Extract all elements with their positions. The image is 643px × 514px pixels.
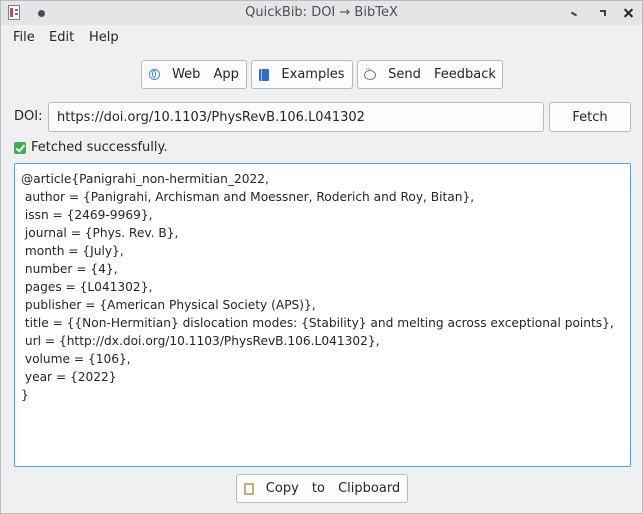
- close-button[interactable]: [620, 4, 638, 22]
- copy-label: Copy to Clipboard: [265, 481, 401, 496]
- examples-button[interactable]: Examples: [251, 60, 353, 89]
- send-feedback-button[interactable]: Send Feedback: [357, 60, 503, 89]
- title-bar[interactable]: QuickBib: DOI → BibTeX: [1, 1, 642, 25]
- fetch-button[interactable]: Fetch: [549, 102, 631, 132]
- send-feedback-label: Send Feedback: [388, 67, 496, 82]
- web-app-label: Web App: [172, 67, 239, 82]
- examples-label: Examples: [281, 67, 345, 82]
- globe-icon: [149, 69, 161, 80]
- copy-to-clipboard-button[interactable]: Copy to Clipboard: [236, 474, 408, 503]
- menu-edit[interactable]: Edit: [49, 30, 74, 45]
- menu-file[interactable]: File: [13, 30, 35, 45]
- minimize-button[interactable]: [566, 4, 584, 22]
- status-message: Fetched successfully.: [14, 140, 168, 155]
- check-mark-icon: [14, 141, 26, 154]
- app-window: QuickBib: DOI → BibTeX File Edit Help We…: [0, 0, 643, 514]
- speech-bubble-icon: [364, 65, 377, 80]
- clipboard-icon: [243, 482, 254, 495]
- book-icon: [259, 68, 270, 81]
- maximize-button[interactable]: [594, 4, 612, 22]
- window-title: QuickBib: DOI → BibTeX: [245, 5, 398, 20]
- fetch-label: Fetch: [572, 109, 608, 125]
- web-app-button[interactable]: Web App: [141, 60, 247, 89]
- bibtex-output[interactable]: @article{Panigrahi_non-hermitian_2022, a…: [14, 163, 631, 467]
- doi-label: DOI:: [14, 109, 43, 124]
- doi-input[interactable]: [48, 102, 544, 132]
- status-text: Fetched successfully.: [31, 140, 168, 155]
- menu-help[interactable]: Help: [89, 30, 119, 45]
